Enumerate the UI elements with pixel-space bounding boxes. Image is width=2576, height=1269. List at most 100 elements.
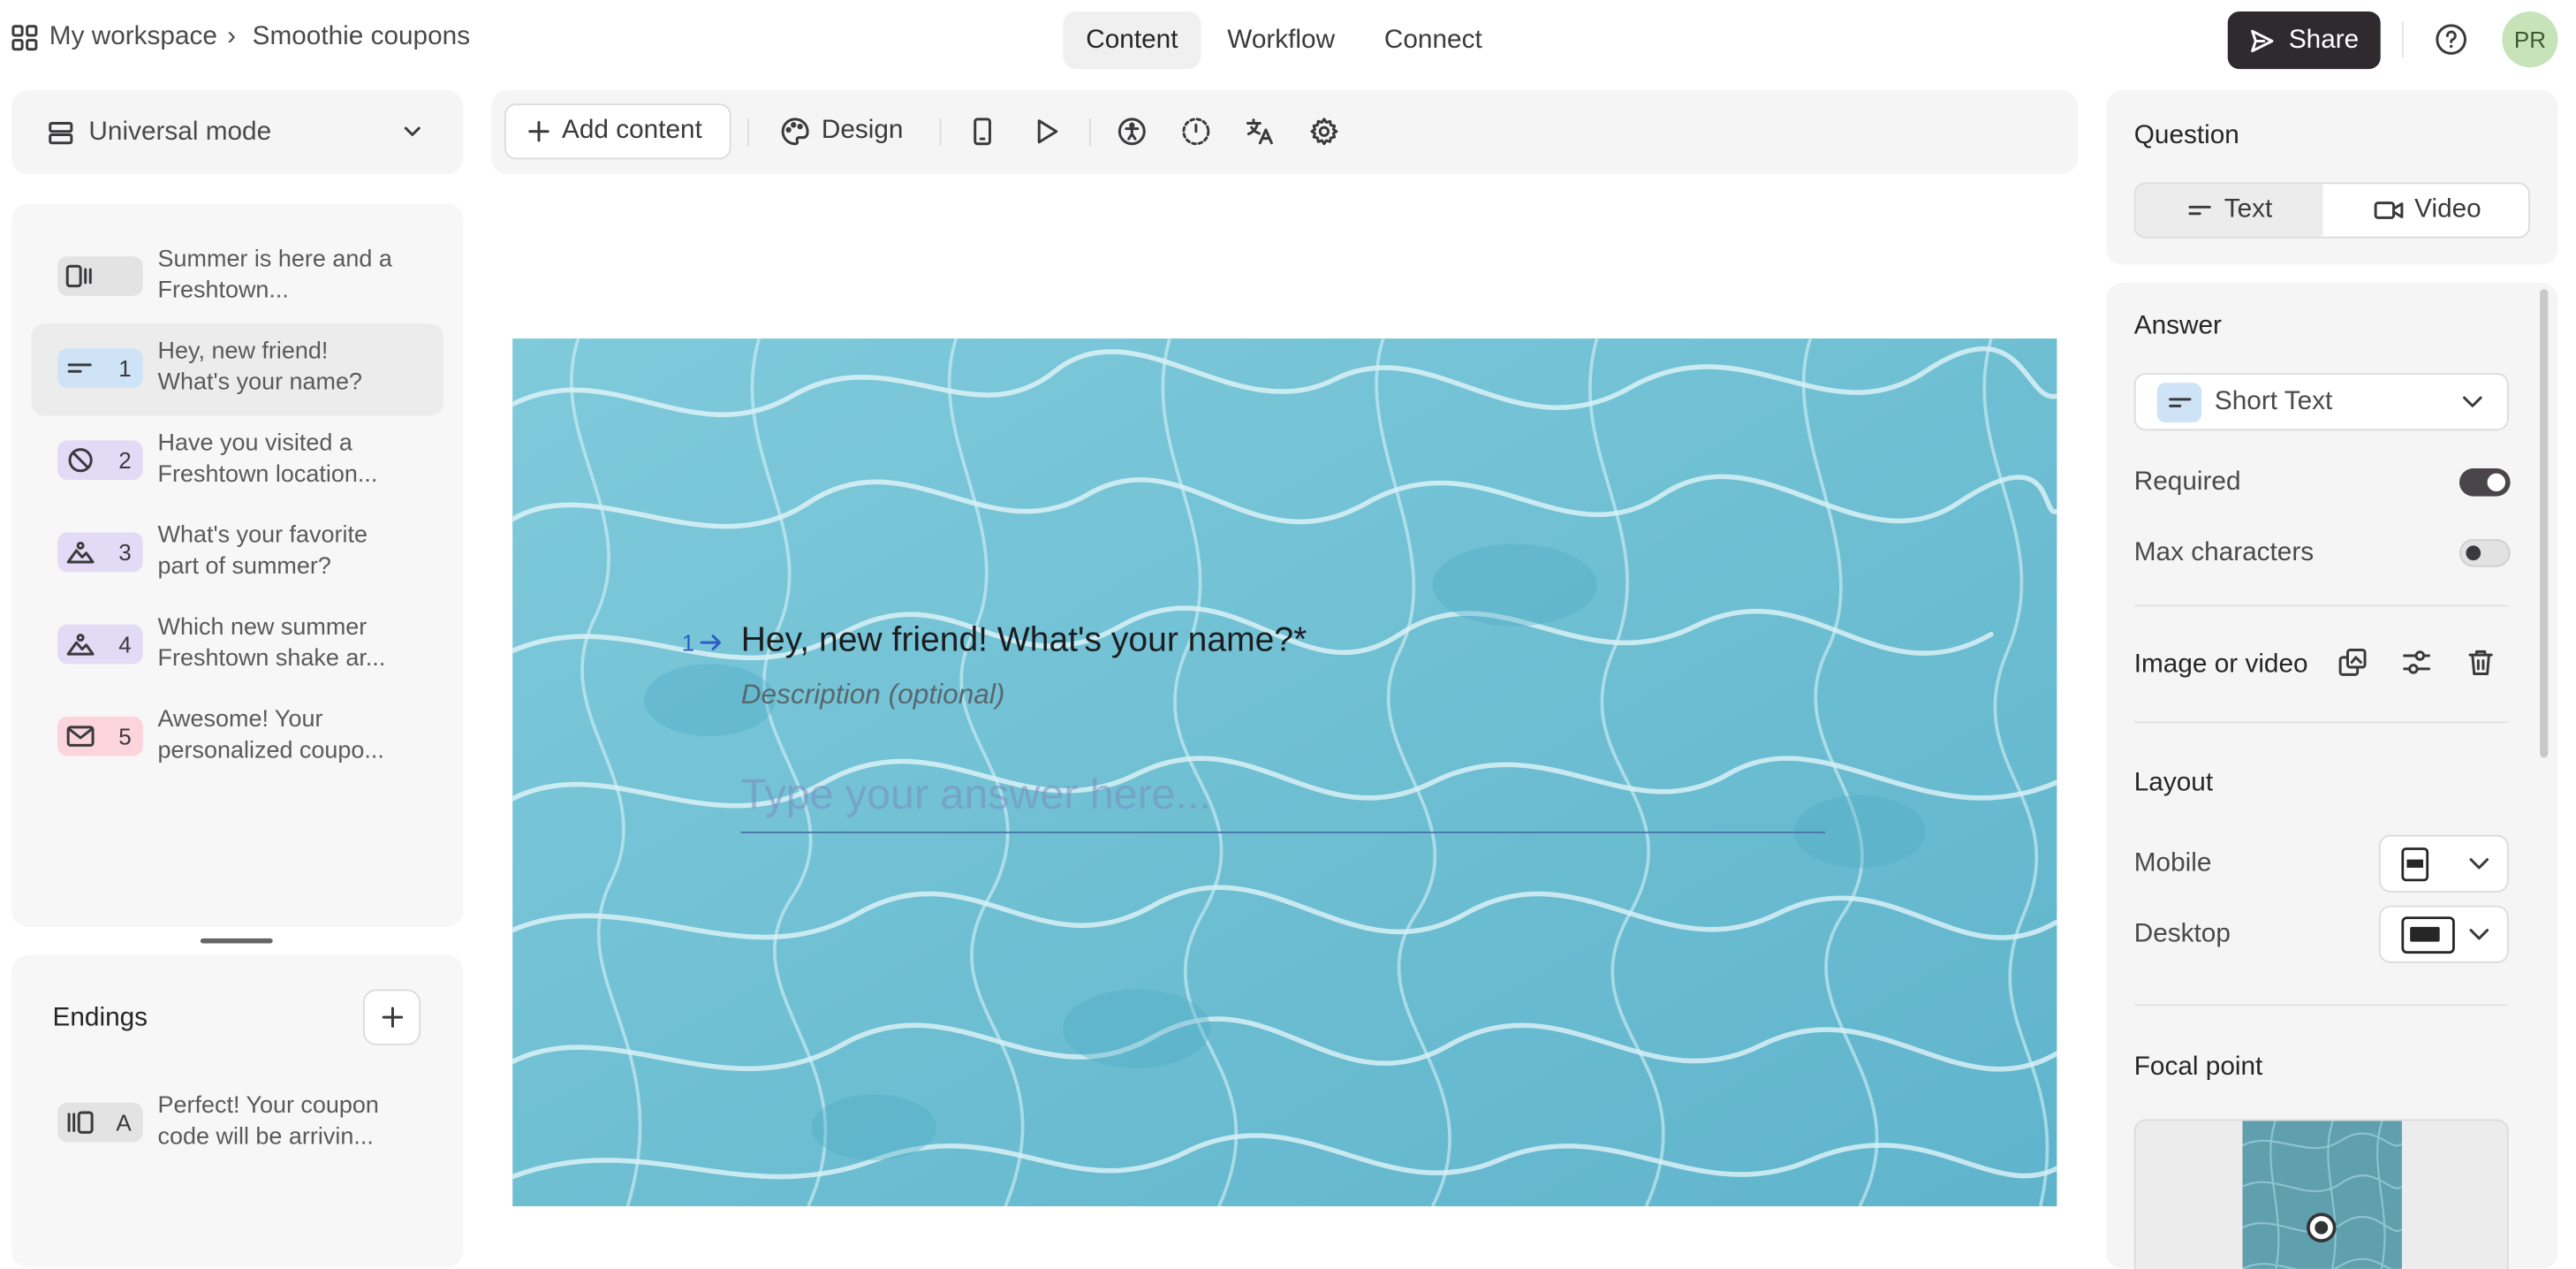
focal-point-picker[interactable] [2133,1119,2509,1269]
answer-input-underline [740,832,1826,833]
share-button[interactable]: Share [2227,11,2381,70]
question-number: 2 [118,446,132,474]
resize-handle[interactable] [200,938,273,944]
translate-icon[interactable] [1246,117,1275,146]
question-item-5[interactable]: 5 Awesome! Your personalized coupo... [31,692,443,784]
editor-toolbar: Add content Design [491,90,2079,175]
ending-icon [65,1109,95,1136]
question-title[interactable]: Hey, new friend! What's your name?* [741,621,1307,661]
divider [2133,1004,2509,1007]
share-label: Share [2288,25,2360,54]
max-characters-label: Max characters [2133,538,2315,567]
avatar[interactable]: PR [2502,11,2558,68]
short-text-icon [2186,201,2213,220]
short-text-icon [65,355,95,382]
image-or-video-label: Image or video [2133,650,2308,680]
replace-media-icon[interactable] [2337,648,2367,677]
adjust-sliders-icon[interactable] [2402,648,2431,677]
palette-icon [780,117,809,146]
toolbar-divider [939,118,942,147]
mode-selector[interactable]: Universal mode [11,90,464,175]
toolbar-divider [1088,118,1091,147]
design-button[interactable]: Design [780,117,903,146]
yes-no-icon [65,447,95,474]
tab-connect[interactable]: Connect [1361,11,1505,69]
project-name[interactable]: Smoothie coupons [253,23,470,52]
add-content-button[interactable]: Add content [504,103,731,160]
question-item-welcome[interactable]: Summer is here and a Freshtown... [31,232,443,323]
question-type-segmented: Text Video [2133,182,2530,239]
design-label: Design [821,117,904,145]
add-ending-button[interactable] [362,989,421,1045]
help-icon[interactable] [2435,23,2467,56]
answer-settings-panel: Answer Short Text Required Max character… [2106,282,2558,1269]
question-badge: 3 [57,532,143,573]
question-text: Which new summer Freshtown shake ar... [157,614,386,672]
breadcrumb-separator: › [227,23,237,51]
focal-point-handle[interactable] [2307,1212,2337,1242]
required-label: Required [2133,468,2241,497]
question-item-2[interactable]: 2 Have you visited a Freshtown location.… [31,416,443,508]
email-icon [65,723,95,749]
mode-label: Universal mode [88,117,272,146]
question-badge: 5 [57,716,143,756]
panel-scrollbar[interactable] [2540,289,2549,758]
tab-workflow[interactable]: Workflow [1204,11,1358,69]
focal-point-heading: Focal point [2133,1053,2263,1082]
loading-time-icon[interactable] [1181,117,1210,146]
answer-input-placeholder[interactable]: Type your answer here... [741,769,1211,820]
segment-video[interactable]: Video [2323,184,2528,237]
question-text: Summer is here and a Freshtown... [157,246,392,305]
top-bar: My workspace › Smoothie coupons Content … [0,0,2576,86]
workspace-link[interactable]: My workspace [49,23,217,52]
statement-icon [65,263,95,290]
question-number-indicator: 1 [682,629,723,656]
question-text: Hey, new friend! What's your name? [157,338,363,397]
chevron-down-icon [2467,856,2490,873]
picture-choice-icon [65,631,95,657]
question-number: 4 [118,631,132,657]
trash-icon[interactable] [2466,648,2495,677]
short-text-icon [2156,383,2201,422]
ending-item-a[interactable]: A Perfect! Your coupon code will be arri… [31,1078,443,1170]
breadcrumb: My workspace › Smoothie coupons [11,23,470,52]
max-characters-toggle[interactable] [2459,538,2511,567]
divider [2133,721,2509,724]
question-item-4[interactable]: 4 Which new summer Freshtown shake ar... [31,600,443,692]
question-description-placeholder[interactable]: Description (optional) [741,679,1005,711]
question-text: Awesome! Your personalized coupo... [157,706,384,764]
plus-icon [381,1006,404,1029]
chevron-down-icon [2467,927,2490,944]
question-heading: Question [2133,121,2239,150]
question-number: 5 [118,723,132,750]
ending-badge: A [57,1102,143,1143]
accessibility-icon[interactable] [1118,117,1147,146]
ending-text: Perfect! Your coupon code will be arrivi… [157,1092,379,1151]
question-badge: 1 [57,348,143,388]
segment-video-label: Video [2414,195,2481,224]
play-icon[interactable] [1032,117,1061,146]
layers-icon [48,119,74,146]
header-divider [2401,21,2404,58]
form-preview-canvas: 1 Hey, new friend! What's your name?* De… [512,338,2057,1207]
mobile-layout-dropdown[interactable] [2378,834,2509,893]
main-tabs: Content Workflow Connect [1063,11,1508,70]
endings-title: Endings [52,1004,148,1032]
question-list: Summer is here and a Freshtown... 1 Hey,… [11,203,464,927]
segment-text[interactable]: Text [2135,184,2323,237]
desktop-layout-dropdown[interactable] [2378,905,2509,963]
question-badge: 2 [57,440,143,481]
plus-icon [527,120,550,143]
apps-grid-icon[interactable] [11,25,38,51]
mobile-preview-icon[interactable] [967,117,996,146]
settings-gear-icon[interactable] [1309,117,1338,146]
question-item-1[interactable]: 1 Hey, new friend! What's your name? [31,323,444,416]
add-content-label: Add content [562,117,702,145]
mobile-label: Mobile [2133,849,2212,878]
tab-content[interactable]: Content [1063,11,1201,70]
chevron-down-icon [401,120,424,143]
answer-type-dropdown[interactable]: Short Text [2133,373,2509,431]
required-toggle[interactable] [2459,468,2511,497]
question-text: Have you visited a Freshtown location... [157,430,378,489]
question-item-3[interactable]: 3 What's your favorite part of summer? [31,508,443,600]
